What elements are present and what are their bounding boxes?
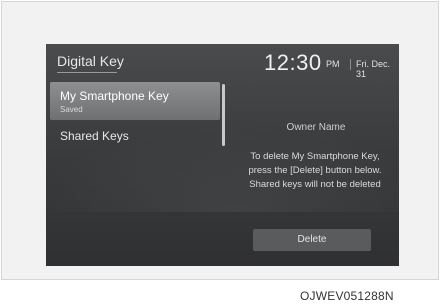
list-scrollbar[interactable] [222,84,225,146]
clock-time: 12:30 [264,50,322,75]
list-item-label: My Smartphone Key [60,89,169,103]
figure-caption: OJWEV051288N [300,289,394,303]
header-divider [350,59,351,70]
instruction-line: To delete My Smartphone Key, [250,151,380,162]
instruction-line: press the [Delete] button below. [248,165,382,176]
list-item-my-smartphone-key[interactable]: My Smartphone Key Saved [50,82,220,120]
owner-name-label: Owner Name [286,122,346,133]
list-item-shared-keys[interactable]: Shared Keys [50,124,220,148]
list-item-status: Saved [60,105,83,114]
figure-frame: Digital Key 12:30 PM Fri. Dec. 31 My Sma… [1,1,439,280]
list-item-label: Shared Keys [60,129,129,143]
page-title: Digital Key [57,53,124,69]
title-underline [57,72,117,73]
instruction-line: Shared keys will not be deleted [249,179,381,190]
clock-date: Fri. Dec. 31 [356,59,391,79]
clock-ampm: PM [326,59,340,69]
delete-instructions: To delete My Smartphone Key, press the [… [234,150,396,192]
display-screen: Digital Key 12:30 PM Fri. Dec. 31 My Sma… [46,44,399,266]
key-list: My Smartphone Key Saved Shared Keys [50,82,224,192]
delete-button[interactable]: Delete [253,229,371,251]
